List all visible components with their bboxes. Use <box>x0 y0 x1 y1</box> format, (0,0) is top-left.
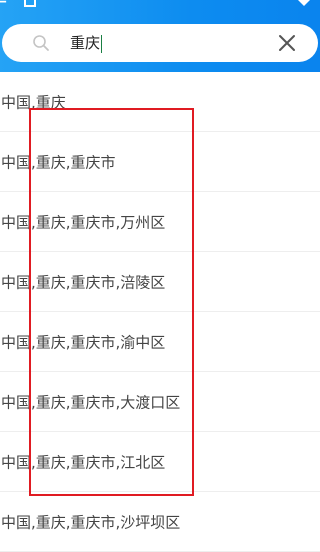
search-icon <box>33 35 49 51</box>
list-item[interactable]: 中国,重庆,重庆市,万州区 <box>0 192 320 252</box>
signal-icon <box>298 0 310 6</box>
list-item[interactable]: 中国,重庆,重庆市,渝中区 <box>0 312 320 372</box>
list-item-label: 中国,重庆,重庆市,沙坪坝区 <box>1 513 181 531</box>
list-item[interactable]: 中国,重庆,重庆市,大渡口区 <box>0 372 320 432</box>
status-bar-icon <box>24 0 36 7</box>
list-item-label: 中国,重庆 <box>1 93 66 111</box>
clear-icon[interactable] <box>278 34 296 52</box>
list-item[interactable]: 中国,重庆 <box>0 72 320 132</box>
list-item[interactable]: 中国,重庆,重庆市,沙坪坝区 <box>0 492 320 552</box>
status-bar-dash: ━ <box>0 0 7 8</box>
list-item[interactable]: 中国,重庆,重庆市,涪陵区 <box>0 252 320 312</box>
search-input-value: 重庆 <box>70 34 101 52</box>
top-bar: ━ 重庆 <box>0 0 320 72</box>
list-item-label: 中国,重庆,重庆市,涪陵区 <box>1 273 166 291</box>
list-item-label: 中国,重庆,重庆市 <box>1 153 116 171</box>
list-item-label: 中国,重庆,重庆市,大渡口区 <box>1 393 181 411</box>
list-item-label: 中国,重庆,重庆市,渝中区 <box>1 333 166 351</box>
search-bar[interactable]: 重庆 <box>2 24 318 62</box>
text-caret <box>101 34 103 53</box>
list-item[interactable]: 中国,重庆,重庆市 <box>0 132 320 192</box>
list-item[interactable]: 中国,重庆,重庆市,江北区 <box>0 432 320 492</box>
list-item-label: 中国,重庆,重庆市,江北区 <box>1 453 166 471</box>
search-input[interactable]: 重庆 <box>70 32 103 54</box>
list-item-label: 中国,重庆,重庆市,万州区 <box>1 213 166 231</box>
